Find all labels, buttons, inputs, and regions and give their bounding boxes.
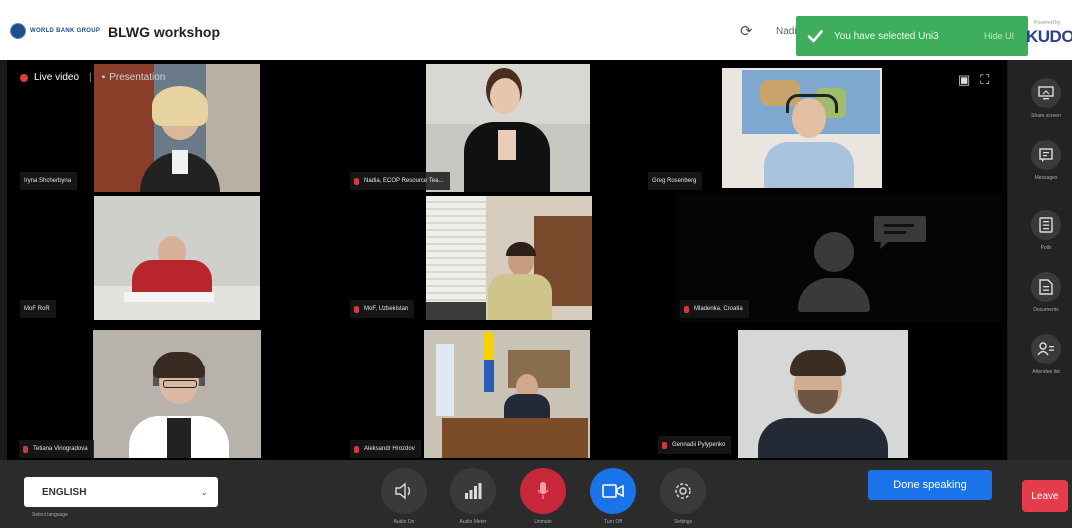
participant-video (94, 196, 260, 320)
control-label: Audio Meter (459, 519, 487, 525)
participant-video (93, 330, 261, 458)
meeting-title: BLWG workshop (108, 24, 220, 40)
participant-name: MoF, Uzbekistan (350, 300, 415, 318)
audio-on-button[interactable]: Audio On (380, 468, 428, 525)
sidebar-label: Polls (1040, 245, 1052, 251)
polls-button[interactable]: Polls (1026, 210, 1066, 251)
kudo-logo: KUDO (1026, 27, 1072, 47)
powered-by-label: Powered by (1034, 20, 1061, 26)
signal-bars-icon (450, 468, 496, 514)
top-bar: WORLD BANK GROUP BLWG workshop ⟳ Nadi Yo… (0, 0, 1072, 60)
camera-icon (590, 468, 636, 514)
control-bar: ENGLISH ⌄ Select language Audio On Audio… (0, 460, 1072, 528)
language-hint: Select language (32, 512, 68, 518)
participant-tile[interactable]: Iryna Shcherbyna (12, 64, 342, 192)
avatar-placeholder (794, 232, 874, 312)
chevron-down-icon: ⌄ (200, 486, 208, 497)
language-value: ENGLISH (42, 486, 87, 498)
participant-tile[interactable]: MoF, Uzbekistan (344, 194, 674, 322)
participant-video (426, 196, 592, 320)
speech-bubble-icon (872, 214, 928, 250)
hide-ui-button[interactable]: Hide UI (984, 31, 1014, 41)
live-video-tab[interactable]: Live video (34, 72, 79, 83)
participant-video (424, 330, 590, 458)
stage-mode-bar: Live video | ▪ Presentation (20, 72, 165, 83)
polls-icon (1031, 210, 1061, 240)
participant-tile[interactable]: Tetiana Vinogradova (15, 326, 279, 460)
participant-tile[interactable]: Gennadii Pylypenko (650, 326, 972, 460)
world-bank-logo: WORLD BANK GROUP (10, 23, 101, 39)
control-label: Audio On (393, 519, 415, 525)
leave-button[interactable]: Leave (1022, 480, 1068, 512)
toast-message: You have selected Uni3 (834, 30, 939, 42)
sidebar-label: Share screen (1031, 113, 1061, 119)
participant-name: Greg Rosenberg (648, 172, 703, 190)
presentation-tab[interactable]: ▪ Presentation (102, 72, 166, 83)
muted-mic-icon (354, 177, 359, 185)
documents-button[interactable]: Documents (1026, 272, 1066, 313)
participant-tile[interactable]: Greg Rosenberg (640, 64, 1002, 192)
participant-name: Gennadii Pylypenko (658, 436, 732, 454)
settings-button[interactable]: Settings (659, 468, 707, 525)
audio-meter-button[interactable]: Audio Meter (449, 468, 497, 525)
muted-mic-icon (23, 445, 28, 453)
share-screen-button[interactable]: Share screen (1026, 78, 1066, 119)
checkmark-icon (806, 27, 824, 45)
done-speaking-button[interactable]: Done speaking (868, 470, 992, 500)
share-screen-icon (1031, 78, 1061, 108)
muted-mic-icon (684, 305, 689, 313)
participant-tile[interactable]: Mladenka, Croatia (676, 194, 1002, 322)
speaker-icon (381, 468, 427, 514)
participant-video (738, 330, 908, 458)
participant-tile[interactable]: MoF RoR (12, 194, 342, 322)
record-dot-icon (20, 73, 28, 82)
muted-mic-icon (354, 305, 359, 313)
attendee-list-button[interactable]: Attendee list (1026, 334, 1066, 375)
fullscreen-icon[interactable]: ⛶ (980, 72, 989, 88)
globe-icon (10, 23, 26, 39)
participant-name: Iryna Shcherbyna (20, 172, 78, 190)
refresh-icon[interactable]: ⟳ (740, 22, 753, 40)
participant-name: MoF RoR (20, 300, 56, 318)
user-name: Nadi (776, 26, 797, 37)
tab-separator: | (89, 72, 92, 83)
participant-name: Nadia, ECOP Resource Tea... (350, 172, 450, 190)
messages-icon (1031, 140, 1061, 170)
messages-button[interactable]: Messages (1026, 140, 1066, 181)
sidebar-label: Messages (1034, 175, 1058, 181)
turn-off-camera-button[interactable]: Turn Off (589, 468, 637, 525)
sidebar-label: Documents (1033, 307, 1059, 313)
language-select[interactable]: ENGLISH ⌄ (24, 477, 218, 507)
muted-mic-icon (354, 445, 359, 453)
participant-video (426, 64, 590, 192)
selection-toast: You have selected Uni3 Hide UI (796, 16, 1028, 56)
kudo-logo-text: KUDO (1026, 27, 1072, 46)
control-label: Settings (673, 519, 693, 525)
gear-icon (660, 468, 706, 514)
participant-name: Mladenka, Croatia (680, 300, 749, 318)
control-label: Unmute (534, 519, 552, 525)
attendee-list-icon (1031, 334, 1061, 364)
layout-controls: ▣ ⛶ (958, 72, 989, 88)
microphone-muted-icon (520, 468, 566, 514)
sidebar-label: Attendee list (1032, 369, 1060, 375)
participant-tile[interactable]: Nadia, ECOP Resource Tea... (344, 64, 638, 192)
video-grid: Iryna Shcherbyna Nadia, ECOP Resource Te… (7, 60, 1007, 460)
muted-mic-icon (662, 441, 667, 449)
presentation-icon: ▪ (101, 72, 106, 83)
logo-text: WORLD BANK GROUP (30, 28, 101, 34)
right-sidebar: Share screen Messages Polls Documents At… (1008, 60, 1072, 460)
participant-name: Tetiana Vinogradova (19, 440, 94, 458)
control-label: Turn Off (603, 519, 623, 525)
participant-video (94, 64, 260, 192)
documents-icon (1031, 272, 1061, 302)
unmute-button[interactable]: Unmute (519, 468, 567, 525)
participant-video (722, 68, 882, 188)
picture-in-picture-icon[interactable]: ▣ (958, 72, 970, 88)
participant-tile[interactable]: Aleksandr Hrozdov (344, 326, 648, 460)
participant-name: Aleksandr Hrozdov (350, 440, 421, 458)
